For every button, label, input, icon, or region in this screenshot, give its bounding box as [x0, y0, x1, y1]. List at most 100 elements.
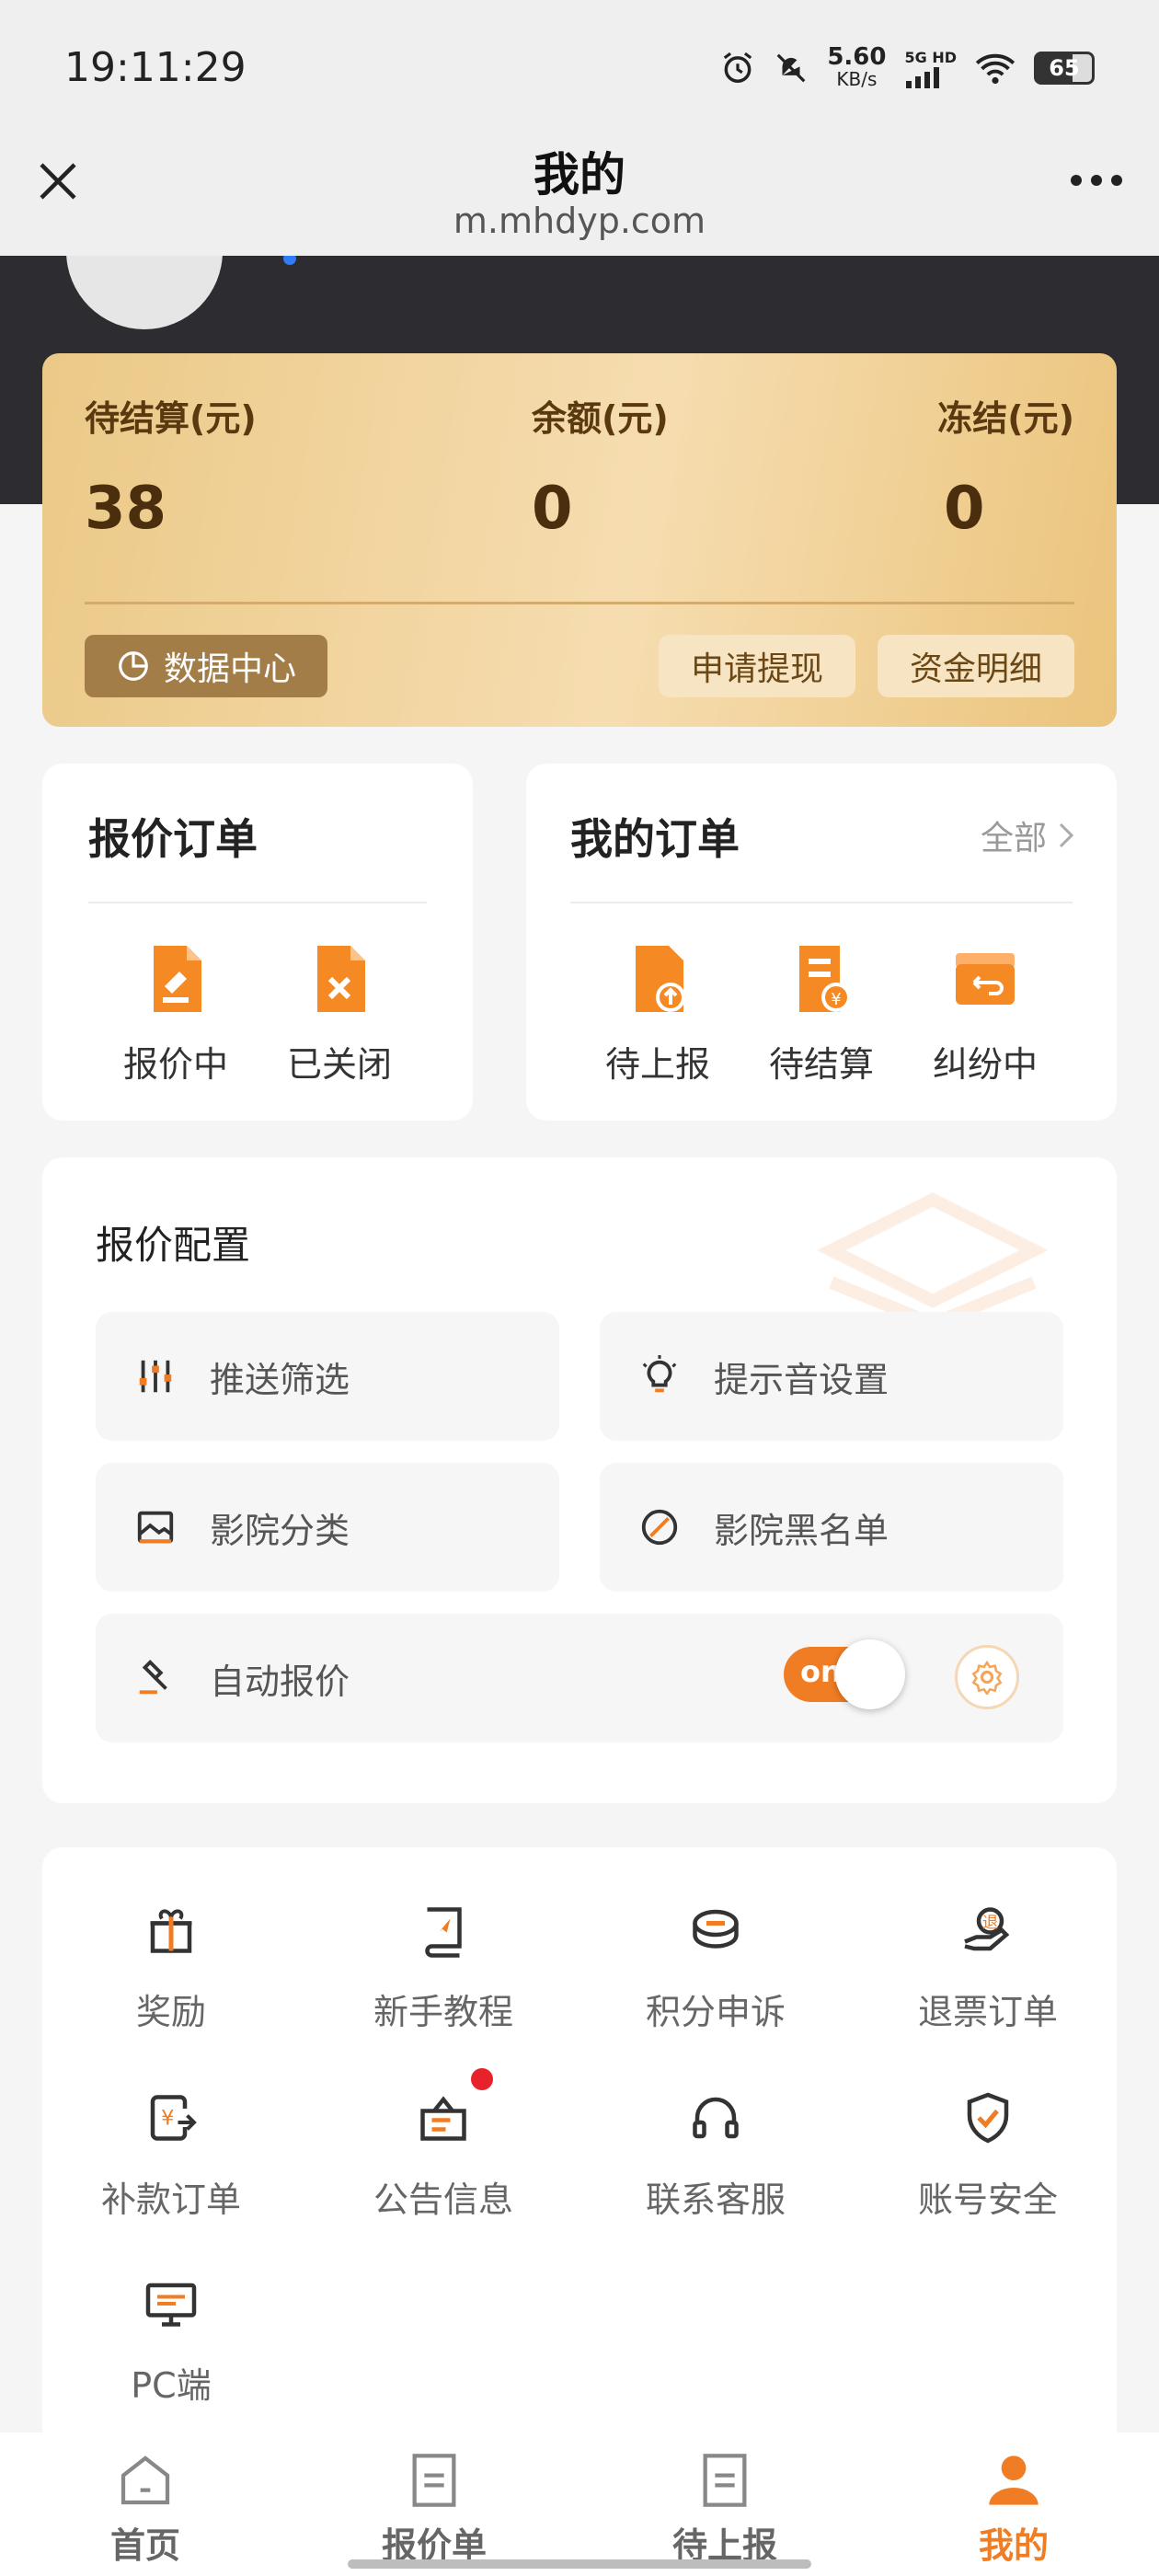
status-icons: 5.60 KB/s 5G HD 65	[720, 45, 1095, 90]
data-center-button[interactable]: 数据中心	[85, 635, 327, 697]
order-item-pending-report[interactable]: 待上报	[580, 942, 736, 1087]
tool-label: PC端	[131, 2365, 212, 2406]
user-icon	[989, 2455, 1039, 2505]
gear-icon	[971, 1660, 1003, 1695]
gift-icon	[150, 1909, 192, 1953]
tool-announcement[interactable]: 公告信息	[324, 2090, 563, 2222]
auto-quote-toggle[interactable]: on	[784, 1639, 905, 1709]
nav-label: 我的	[978, 2525, 1049, 2566]
document-icon	[703, 2454, 747, 2507]
data-center-label: 数据中心	[163, 650, 296, 688]
monitor-icon	[145, 2283, 197, 2327]
all-orders-link[interactable]: 全部	[981, 811, 1076, 859]
net-type: 5G HD	[904, 48, 957, 66]
nav-home[interactable]: 首页	[53, 2451, 237, 2568]
settle-doc-icon: ¥	[799, 946, 851, 1012]
order-item-label: 待结算	[768, 1044, 874, 1085]
tool-pc[interactable]: PC端	[52, 2276, 291, 2408]
net-speed-unit: KB/s	[836, 68, 878, 90]
order-item-quoting[interactable]: 报价中	[98, 942, 254, 1087]
quote-orders-card: 报价订单 报价中 已关闭	[42, 764, 473, 1121]
avatar[interactable]	[66, 256, 223, 329]
order-item-pending-settle[interactable]: ¥ 待结算	[743, 942, 900, 1087]
chevron-right-icon	[1059, 822, 1074, 848]
tool-customer-service[interactable]: 联系客服	[596, 2090, 835, 2222]
auto-quote-settings-button[interactable]	[955, 1645, 1019, 1709]
tool-label: 公告信息	[373, 2179, 513, 2220]
home-indicator[interactable]	[348, 2559, 811, 2569]
tool-reward[interactable]: 奖励	[52, 1903, 291, 2034]
status-time: 19:11:29	[64, 44, 247, 91]
tool-tutorial[interactable]: 新手教程	[324, 1903, 563, 2034]
svg-text:退: 退	[982, 1915, 999, 1933]
headset-icon	[693, 2097, 739, 2139]
shield-icon	[967, 2092, 1009, 2144]
my-orders-title: 我的订单	[570, 814, 740, 864]
signal-icon: 5G HD	[904, 49, 957, 88]
closed-doc-icon	[317, 946, 365, 1012]
cinema-blacklist-tile[interactable]: 影院黑名单	[600, 1463, 1063, 1592]
config-title: 报价配置	[96, 1223, 251, 1268]
gavel-icon	[139, 1660, 167, 1695]
order-item-label: 纠纷中	[932, 1044, 1038, 1085]
nav-pending-report[interactable]: 待上报	[633, 2451, 817, 2568]
order-item-label: 待上报	[604, 1044, 710, 1085]
order-item-closed[interactable]: 已关闭	[261, 942, 418, 1087]
pie-chart-icon	[119, 651, 148, 681]
svg-text:¥: ¥	[831, 990, 841, 1009]
quote-doc-icon	[154, 946, 201, 1012]
page-title: 我的	[534, 148, 625, 201]
mute-icon	[776, 53, 806, 83]
balance-value: 0	[532, 475, 573, 543]
book-icon	[425, 1907, 462, 1958]
net-speed: 5.60 KB/s	[827, 45, 886, 90]
balance-label: 余额(元)	[532, 398, 669, 439]
layers-watermark-icon	[817, 1192, 1049, 1328]
auto-quote-tile: 自动报价	[96, 1614, 1063, 1742]
nav-label: 首页	[109, 2525, 180, 2566]
nav-quotes[interactable]: 报价单	[342, 2451, 526, 2568]
cinema-category-tile[interactable]: 影院分类	[96, 1463, 559, 1592]
battery-level: 65	[1049, 55, 1080, 81]
quote-orders-title: 报价订单	[88, 814, 258, 864]
home-icon	[120, 2455, 170, 2505]
frozen-value: 0	[944, 475, 985, 543]
tool-refund-orders[interactable]: 退 退票订单	[868, 1903, 1107, 2034]
withdraw-button[interactable]: 申请提现	[659, 635, 855, 697]
order-item-dispute[interactable]: 纠纷中	[907, 942, 1063, 1087]
lightbulb-icon	[642, 1355, 677, 1393]
order-item-label: 已关闭	[286, 1044, 392, 1085]
page-url: m.mhdyp.com	[453, 201, 706, 241]
tool-label: 新手教程	[373, 1992, 513, 2032]
my-orders-card: 我的订单 全部 待上报 ¥ 待结算 纠纷中	[526, 764, 1117, 1121]
tool-account-security[interactable]: 账号安全	[868, 2090, 1107, 2222]
unread-badge	[471, 2068, 493, 2090]
dispute-box-icon	[956, 953, 1015, 1005]
nav-mine[interactable]: 我的	[922, 2451, 1106, 2568]
fund-detail-button[interactable]: 资金明细	[878, 635, 1074, 697]
yuan-exchange-icon: ¥	[150, 2095, 197, 2141]
coins-icon	[693, 1909, 739, 1949]
push-filter-tile[interactable]: 推送筛选	[96, 1312, 559, 1441]
tile-label: 影院黑名单	[714, 1510, 889, 1551]
pending-value: 38	[85, 475, 167, 543]
bottom-nav: 首页 报价单 待上报 我的	[0, 2432, 1159, 2576]
tool-points-appeal[interactable]: 积分申诉	[596, 1903, 835, 2034]
divider	[88, 902, 427, 903]
more-icon[interactable]	[1071, 175, 1122, 186]
tool-label: 补款订单	[100, 2179, 241, 2220]
alarm-icon	[724, 52, 752, 83]
tool-supplement-orders[interactable]: ¥ 补款订单	[52, 2090, 291, 2222]
battery-icon: 65	[1034, 52, 1095, 85]
sound-setting-tile[interactable]: 提示音设置	[600, 1312, 1063, 1441]
document-icon	[412, 2454, 456, 2507]
image-icon	[137, 1511, 174, 1544]
tile-label: 推送筛选	[210, 1359, 350, 1400]
frozen-label: 冻结(元)	[937, 398, 1074, 439]
balance-card: 待结算(元) 38 余额(元) 0 冻结(元) 0 数据中心 申请提现 资金明细	[42, 353, 1117, 727]
upload-doc-icon	[636, 946, 685, 1012]
tool-label: 联系客服	[645, 2179, 786, 2220]
tile-label: 提示音设置	[714, 1359, 889, 1400]
tool-label: 奖励	[135, 1992, 206, 2032]
toggle-knob	[835, 1639, 905, 1709]
